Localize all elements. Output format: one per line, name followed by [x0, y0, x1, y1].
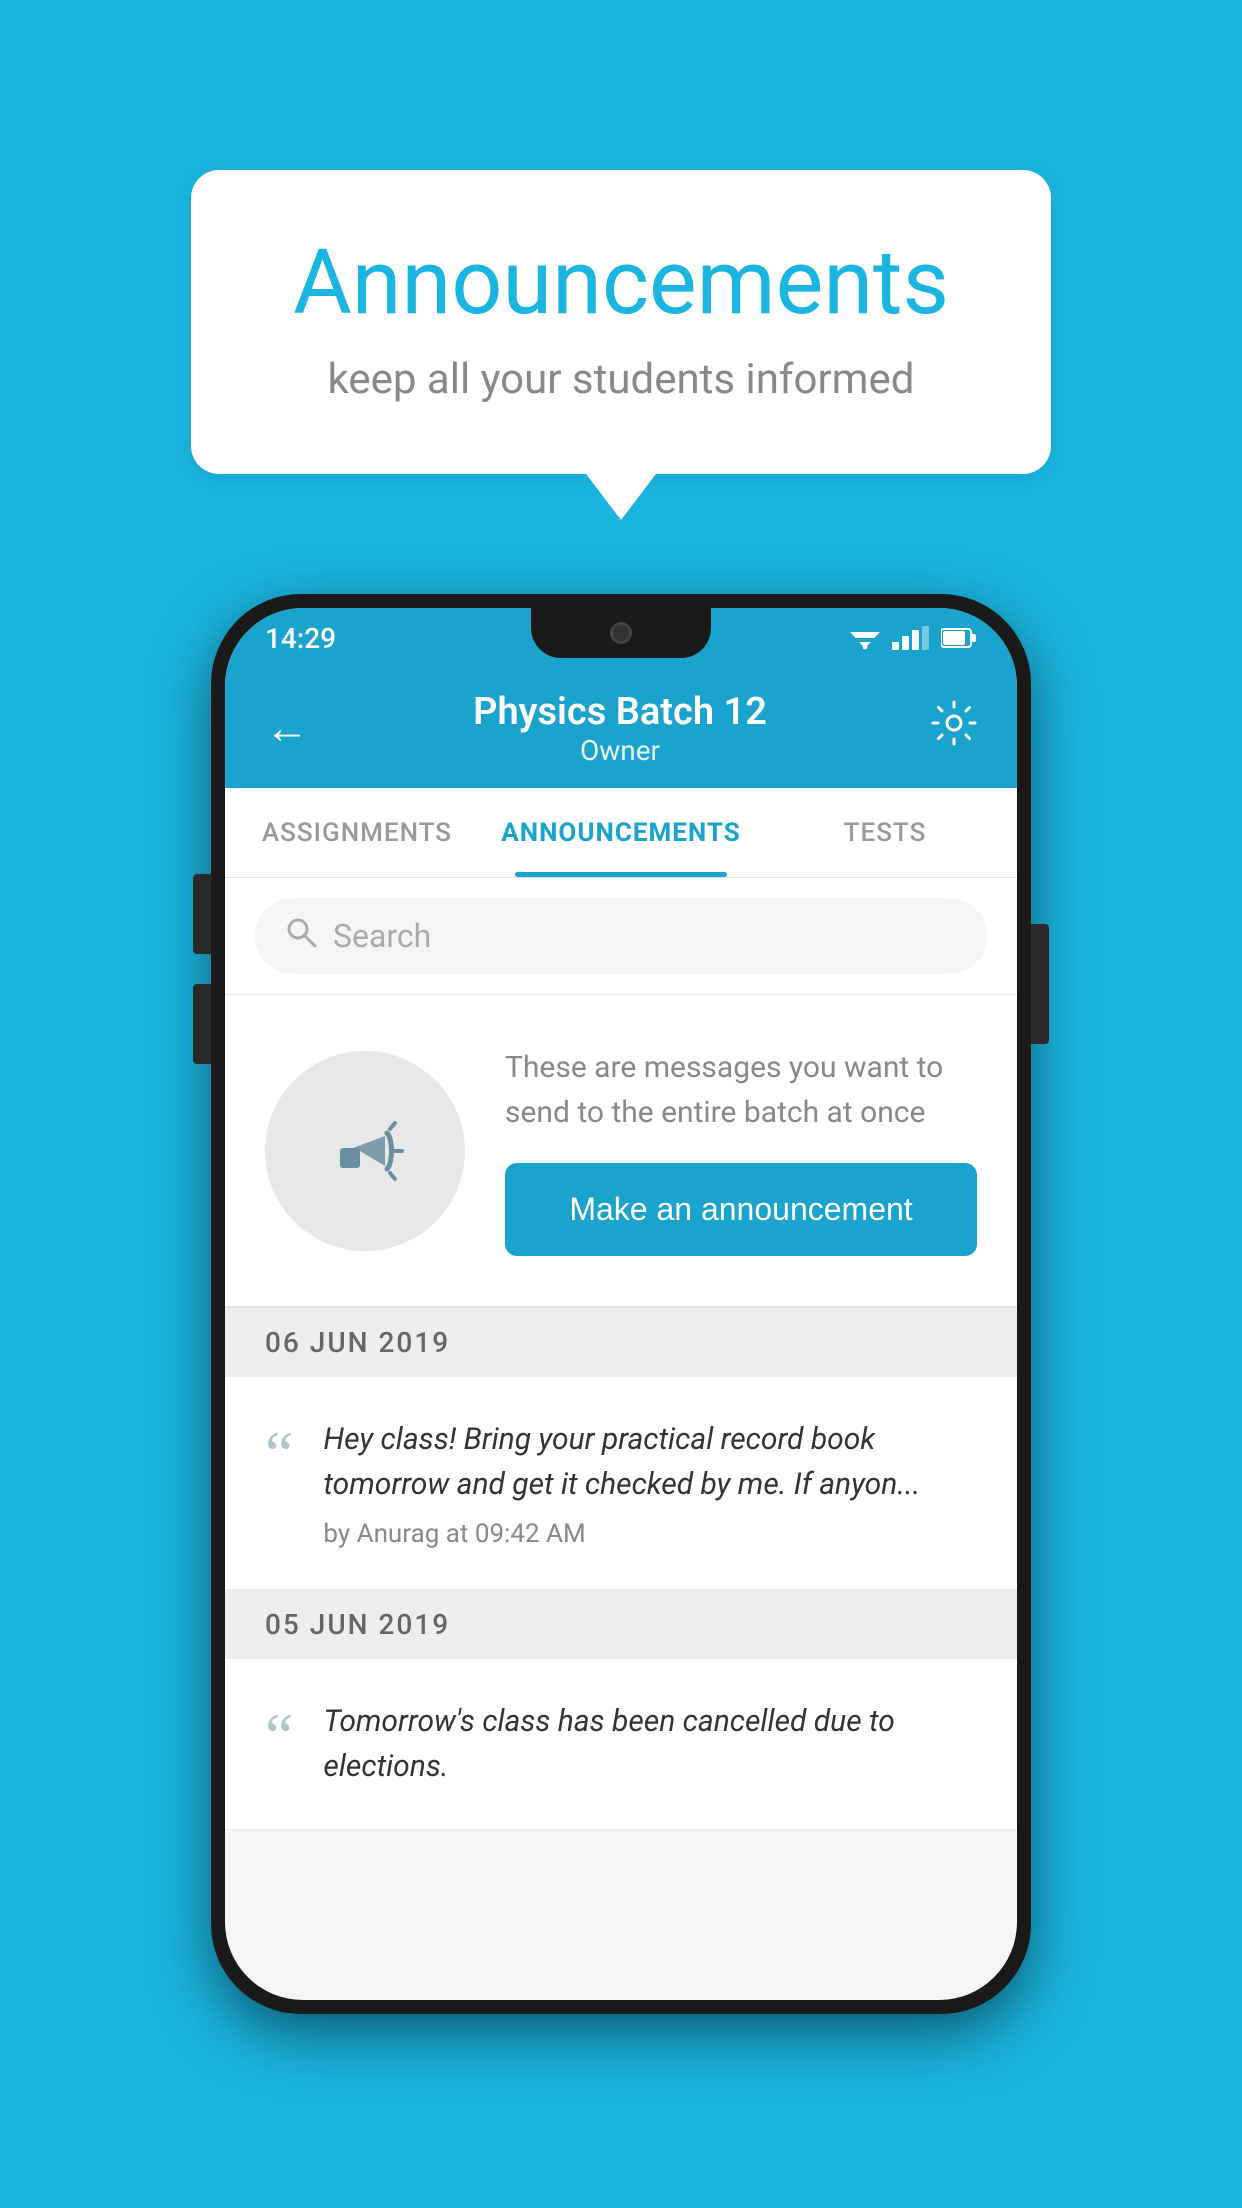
phone-power-button — [1031, 924, 1049, 1044]
phone-frame: 14:29 — [211, 594, 1031, 2014]
app-header: ← Physics Batch 12 Owner — [225, 668, 1017, 788]
signal-icon — [892, 626, 929, 650]
battery-icon — [941, 627, 977, 649]
tab-bar: ASSIGNMENTS ANNOUNCEMENTS TESTS — [225, 788, 1017, 878]
announcement-body-1: Hey class! Bring your practical record b… — [323, 1417, 977, 1507]
phone-volume-up-button — [193, 874, 211, 954]
date-text-june5: 05 JUN 2019 — [265, 1608, 450, 1641]
phone-container: 14:29 — [211, 594, 1031, 2014]
search-input-wrap[interactable]: Search — [255, 898, 987, 974]
header-subtitle: Owner — [473, 734, 767, 767]
header-title: Physics Batch 12 — [473, 690, 767, 734]
date-text-june6: 06 JUN 2019 — [265, 1326, 450, 1359]
make-announcement-button[interactable]: Make an announcement — [505, 1163, 977, 1256]
announcement-cta-text: These are messages you want to send to t… — [505, 1045, 977, 1135]
megaphone-icon — [315, 1101, 415, 1201]
announcement-body-2: Tomorrow's class has been cancelled due … — [323, 1699, 977, 1789]
date-separator-june5: 05 JUN 2019 — [225, 1590, 1017, 1659]
header-title-area: Physics Batch 12 Owner — [473, 690, 767, 767]
quote-icon-1: “ — [265, 1422, 293, 1486]
search-icon — [285, 916, 317, 956]
announcement-item-2[interactable]: “ Tomorrow's class has been cancelled du… — [225, 1659, 1017, 1830]
announcement-author-1: by Anurag at 09:42 AM — [323, 1519, 977, 1549]
announcement-text-area-1: Hey class! Bring your practical record b… — [323, 1417, 977, 1549]
tab-announcements[interactable]: ANNOUNCEMENTS — [489, 788, 753, 877]
announcement-item-1[interactable]: “ Hey class! Bring your practical record… — [225, 1377, 1017, 1590]
wifi-icon — [850, 626, 880, 650]
back-button[interactable]: ← — [265, 702, 309, 754]
settings-icon[interactable] — [931, 700, 977, 756]
phone-camera — [610, 622, 632, 644]
tab-assignments[interactable]: ASSIGNMENTS — [225, 788, 489, 877]
bubble-subtitle: keep all your students informed — [271, 355, 971, 404]
tab-tests[interactable]: TESTS — [753, 788, 1017, 877]
bubble-title: Announcements — [271, 230, 971, 335]
status-time: 14:29 — [265, 622, 336, 655]
phone-volume-down-button — [193, 984, 211, 1064]
announcement-cta-section: These are messages you want to send to t… — [225, 995, 1017, 1308]
quote-icon-2: “ — [265, 1704, 293, 1768]
announcement-cta-right: These are messages you want to send to t… — [505, 1045, 977, 1256]
phone-notch — [531, 608, 711, 658]
phone-screen: 14:29 — [225, 608, 1017, 2000]
status-icons — [850, 626, 977, 650]
speech-bubble: Announcements keep all your students inf… — [191, 170, 1051, 474]
announcement-icon-circle — [265, 1051, 465, 1251]
search-bar: Search — [225, 878, 1017, 995]
announcement-text-area-2: Tomorrow's class has been cancelled due … — [323, 1699, 977, 1789]
date-separator-june6: 06 JUN 2019 — [225, 1308, 1017, 1377]
search-placeholder: Search — [333, 917, 431, 955]
